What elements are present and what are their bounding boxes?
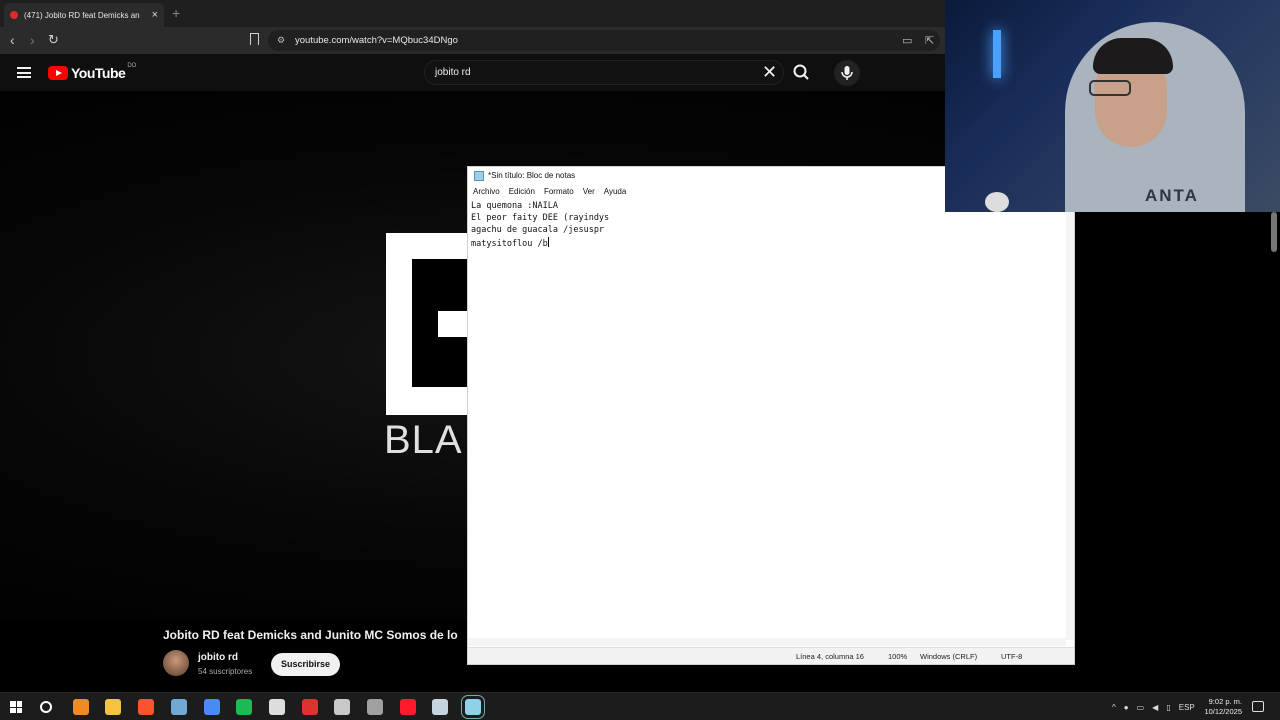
notifications-icon[interactable] <box>1252 701 1264 712</box>
person-glasses <box>1089 80 1131 96</box>
steam-icon[interactable] <box>432 699 449 715</box>
clock-time: 9:02 p. m. <box>1208 697 1242 706</box>
notepad-horizontal-scrollbar[interactable] <box>468 638 1066 646</box>
zoom-level: 100% <box>888 652 908 661</box>
video-logo-graphic <box>386 233 476 415</box>
cup <box>985 192 1009 212</box>
menu-ayuda[interactable]: Ayuda <box>604 185 627 199</box>
video-title: Jobito RD feat Demicks and Junito MC Som… <box>163 628 458 642</box>
cursor-position: Línea 4, columna 16 <box>796 652 864 661</box>
brave-icon[interactable] <box>138 699 155 715</box>
app-x-icon[interactable] <box>301 699 318 715</box>
youtube-logo[interactable]: YouTube DO <box>48 63 136 81</box>
youtube-header: YouTube DO jobito rd ✕ <box>0 54 945 91</box>
encoding: UTF-8 <box>1001 652 1023 661</box>
cast-icon[interactable]: ▭ <box>902 34 912 47</box>
file-explorer-icon[interactable] <box>105 699 122 715</box>
tab-close-icon[interactable]: × <box>152 9 158 21</box>
language-indicator[interactable]: ESP <box>1179 703 1195 712</box>
taskbar-clock[interactable]: 9:02 p. m. 10/12/2025 <box>1198 697 1242 717</box>
channel-name[interactable]: jobito rd <box>198 652 238 663</box>
tab-title: (471) Jobito RD feat Demicks an <box>24 10 140 20</box>
channel-avatar[interactable] <box>163 650 189 676</box>
menu-formato[interactable]: Formato <box>544 185 574 199</box>
notepad-icon[interactable] <box>461 695 486 719</box>
network-icon[interactable]: ▭ <box>1137 703 1145 712</box>
microphone-icon[interactable] <box>834 60 860 86</box>
new-tab-button[interactable]: + <box>172 5 180 21</box>
forward-arrow-icon[interactable]: › <box>30 32 35 48</box>
volume-icon[interactable]: ◀ <box>1152 703 1158 712</box>
reload-icon[interactable]: ↻ <box>48 32 59 48</box>
address-bar[interactable]: ⚙ youtube.com/watch?v=MQbuc34DNgo <box>268 30 940 51</box>
clock-date: 10/12/2025 <box>1204 707 1242 716</box>
text-line: agachu de guacala /jesuspr <box>471 225 605 236</box>
clear-search-icon[interactable]: ✕ <box>762 62 777 82</box>
notepad-statusbar: Línea 4, columna 16 100% Windows (CRLF) … <box>468 647 1074 664</box>
search-icon[interactable] <box>40 701 52 713</box>
menu-archivo[interactable]: Archivo <box>473 185 500 199</box>
menu-hamburger-icon[interactable] <box>17 67 31 78</box>
menu-ver[interactable]: Ver <box>583 185 595 199</box>
page-scrollbar[interactable] <box>1271 212 1277 252</box>
microphone-tray-icon[interactable]: ● <box>1124 703 1129 712</box>
hoodie-print: ANTA <box>1145 186 1199 205</box>
bookmark-icon[interactable] <box>250 33 259 45</box>
browser-tab-strip: (471) Jobito RD feat Demicks an × + <box>0 0 945 27</box>
notepad-icon <box>474 171 484 181</box>
site-info-icon[interactable]: ⚙ <box>277 30 285 51</box>
page-right-area <box>1075 212 1280 619</box>
notepad-title: *Sin título: Bloc de notas <box>488 171 576 180</box>
youtube-favicon-icon <box>10 11 18 19</box>
windows-start-icon[interactable] <box>10 701 22 713</box>
youtube-play-icon <box>48 66 68 80</box>
webcam-overlay: ANTA <box>945 0 1280 212</box>
obs-icon[interactable] <box>367 699 383 715</box>
capcut-icon[interactable] <box>268 699 285 715</box>
subscribe-button[interactable]: Suscribirse <box>271 653 340 676</box>
battery-icon[interactable]: ▯ <box>1166 703 1170 712</box>
video-overlay-text: BLA <box>384 418 463 462</box>
text-line-current: matysitoflou /b <box>471 236 549 249</box>
subscriber-count: 54 suscriptores <box>198 667 253 676</box>
blue-lamp <box>993 30 1001 78</box>
chrome-icon[interactable] <box>203 699 220 715</box>
menu-edicion[interactable]: Edición <box>509 185 535 199</box>
search-icon[interactable] <box>788 61 814 83</box>
opera-icon[interactable] <box>399 699 416 715</box>
person-hair <box>1093 38 1173 74</box>
system-tray: ^ ● ▭ ◀ ▯ ESP <box>1112 693 1195 720</box>
notepad-window[interactable]: *Sin título: Bloc de notas Archivo Edici… <box>467 166 1075 665</box>
notepad-vertical-scrollbar[interactable] <box>1066 200 1074 640</box>
browser-tab[interactable]: (471) Jobito RD feat Demicks an × <box>4 3 164 27</box>
windows-taskbar: ^ ● ▭ ◀ ▯ ESP 9:02 p. m. 10/12/2025 <box>0 692 1280 720</box>
text-caret <box>547 236 549 247</box>
spotify-icon[interactable] <box>236 699 253 715</box>
share-icon[interactable]: ⇱ <box>925 34 934 47</box>
tray-chevron-icon[interactable]: ^ <box>1112 703 1116 712</box>
browser-toolbar: ‹ › ↻ ⚙ youtube.com/watch?v=MQbuc34DNgo … <box>0 27 945 54</box>
line-ending: Windows (CRLF) <box>920 652 978 661</box>
back-arrow-icon[interactable]: ‹ <box>10 32 15 48</box>
app-avatar-icon[interactable] <box>334 699 351 715</box>
vlc-icon[interactable] <box>72 699 89 715</box>
calculator-icon[interactable] <box>170 699 187 715</box>
search-input[interactable]: jobito rd <box>424 60 784 85</box>
url-text: youtube.com/watch?v=MQbuc34DNgo <box>295 35 458 46</box>
text-line: El peor faity DEE (rayindys <box>471 213 610 224</box>
